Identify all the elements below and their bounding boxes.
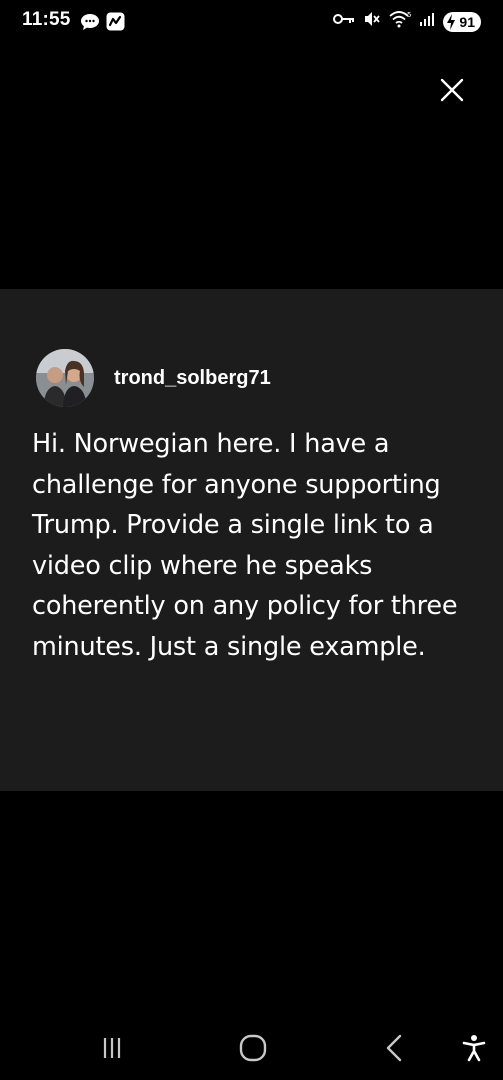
comment-author[interactable]: trond_solberg71 <box>36 349 271 407</box>
wifi-icon: 5 <box>389 10 411 33</box>
screen: 11:55 5 91 trond_solberg71 Hi. Norwegian… <box>0 0 503 1080</box>
recent-apps-button[interactable] <box>90 1028 134 1068</box>
close-icon <box>440 78 464 102</box>
status-bar: 11:55 5 91 <box>0 0 503 44</box>
home-icon <box>239 1034 267 1062</box>
status-right-icons: 5 91 <box>333 10 481 33</box>
app-notification-icon <box>106 12 125 36</box>
chat-bubble-icon <box>80 13 100 36</box>
home-button[interactable] <box>231 1028 275 1068</box>
comment-text: Hi. Norwegian here. I have a challenge f… <box>32 429 458 662</box>
comment-card: trond_solberg71 Hi. Norwegian here. I ha… <box>0 289 503 791</box>
svg-text:5: 5 <box>407 11 411 19</box>
username[interactable]: trond_solberg71 <box>114 367 271 390</box>
signal-icon <box>419 11 435 32</box>
accessibility-icon <box>462 1035 486 1062</box>
battery-icon: 91 <box>443 11 481 32</box>
back-button[interactable] <box>372 1028 416 1068</box>
mute-icon <box>363 10 381 33</box>
close-button[interactable] <box>436 74 468 106</box>
navigation-bar <box>0 1010 503 1080</box>
back-icon <box>386 1034 402 1062</box>
status-left-icons <box>80 12 125 36</box>
accessibility-button[interactable] <box>452 1028 496 1068</box>
recent-apps-icon <box>103 1038 121 1058</box>
battery-level: 91 <box>459 13 475 30</box>
avatar[interactable] <box>36 349 94 407</box>
status-time: 11:55 <box>22 9 71 30</box>
vpn-key-icon <box>333 12 355 31</box>
